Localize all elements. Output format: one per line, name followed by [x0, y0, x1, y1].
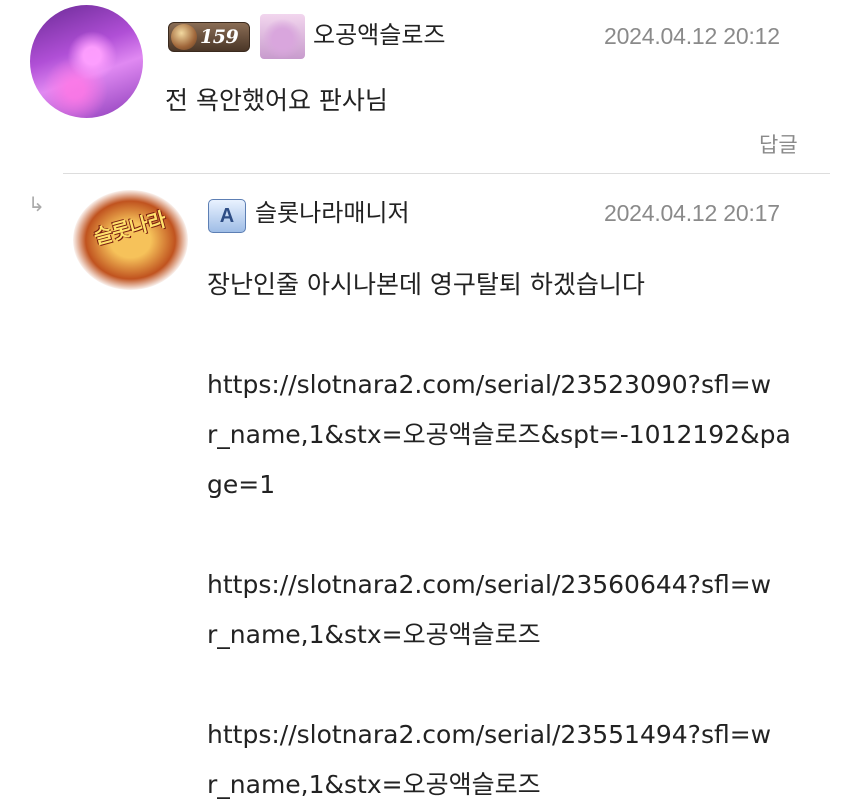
reply-link-line[interactable]: ge=1: [207, 460, 817, 510]
comment-timestamp: 2024.04.12 20:12: [604, 23, 780, 49]
admin-badge-icon: A: [208, 199, 246, 233]
commenter-avatar[interactable]: [30, 5, 143, 118]
reply-line: 장난인줄 아시나본데 영구탈퇴 하겠습니다: [207, 270, 645, 299]
reply-button[interactable]: 답글: [759, 130, 798, 160]
reply-link-line[interactable]: https://slotnara2.com/serial/23523090?sf…: [207, 360, 817, 410]
reply-arrow-icon: ↳: [28, 192, 45, 216]
reply-text: 장난인줄 아시나본데 영구탈퇴 하겠습니다 https://slotnara2.…: [207, 260, 817, 810]
comment-text: 전 욕안했어요 판사님: [165, 86, 388, 115]
profile-badge-icon: [260, 14, 305, 59]
reply-link-line[interactable]: https://slotnara2.com/serial/23551494?sf…: [207, 710, 817, 760]
reply-link-line[interactable]: r_name,1&stx=오공액슬로즈: [207, 760, 817, 810]
reply-link-line[interactable]: r_name,1&stx=오공액슬로즈: [207, 610, 817, 660]
reply-timestamp: 2024.04.12 20:17: [604, 200, 780, 226]
level-number: 159: [200, 26, 239, 48]
reply-nickname[interactable]: 슬롯나라매니저: [255, 197, 410, 229]
divider: [63, 173, 830, 174]
commenter-nickname[interactable]: 오공액슬로즈: [313, 19, 445, 51]
reply-link-line[interactable]: https://slotnara2.com/serial/23560644?sf…: [207, 560, 817, 610]
reply-link-line[interactable]: r_name,1&stx=오공액슬로즈&spt=-1012192&pa: [207, 410, 817, 460]
level-gem-icon: [171, 24, 197, 50]
